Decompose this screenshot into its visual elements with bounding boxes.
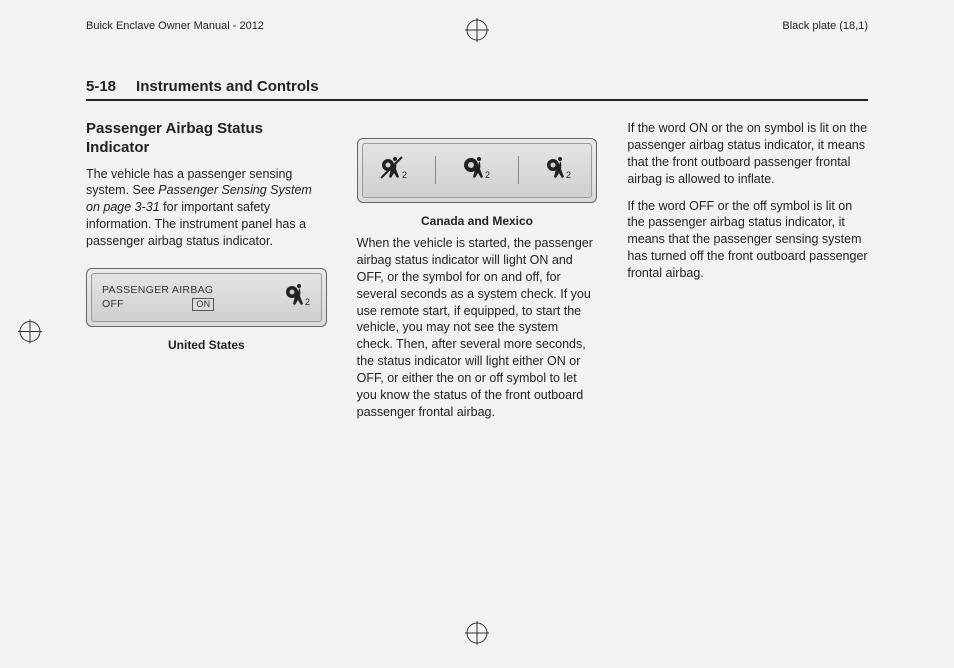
figure-caption-us: United States (86, 337, 327, 353)
paragraph: If the word ON or the on symbol is lit o… (627, 120, 868, 188)
column-2: 2 2 (357, 120, 598, 431)
crop-mark-bottom (465, 621, 489, 650)
indicator-line1: PASSENGER AIRBAG (102, 283, 271, 298)
svg-text:2: 2 (402, 170, 407, 180)
manual-title: Buick Enclave Owner Manual - 2012 (86, 20, 264, 32)
crop-mark-left (18, 320, 42, 349)
svg-text:2: 2 (566, 170, 571, 180)
airbag-off-icon: 2 (378, 154, 412, 187)
indicator-line2: OFF (102, 298, 124, 310)
on-indicator-box: ON (192, 298, 214, 311)
figure-canada-indicator: 2 2 (357, 138, 598, 203)
svg-text:2: 2 (305, 297, 310, 307)
figure-caption-canada: Canada and Mexico (357, 213, 598, 229)
divider (518, 156, 519, 184)
airbag-icon: 2 (460, 154, 494, 187)
paragraph: When the vehicle is started, the passeng… (357, 235, 598, 421)
indicator-text: PASSENGER AIRBAG OFF ON (102, 283, 271, 312)
plate-label: Black plate (18,1) (782, 20, 868, 32)
column-1: Passenger Airbag Status Indicator The ve… (86, 120, 327, 431)
airbag-on-icon: 2 (542, 154, 576, 187)
airbag-on-icon: 2 (281, 282, 311, 313)
paragraph: The vehicle has a passenger sensing syst… (86, 166, 327, 250)
section-heading: Passenger Airbag Status Indicator (86, 120, 327, 158)
divider (435, 156, 436, 184)
svg-text:2: 2 (485, 170, 490, 180)
column-3: If the word ON or the on symbol is lit o… (627, 120, 868, 431)
page-number: 5-18 (86, 78, 116, 95)
chapter-title: Instruments and Controls (136, 78, 319, 95)
figure-us-indicator: PASSENGER AIRBAG OFF ON 2 (86, 268, 327, 327)
paragraph: If the word OFF or the off symbol is lit… (627, 198, 868, 282)
page-header: 5-18 Instruments and Controls (86, 78, 868, 101)
